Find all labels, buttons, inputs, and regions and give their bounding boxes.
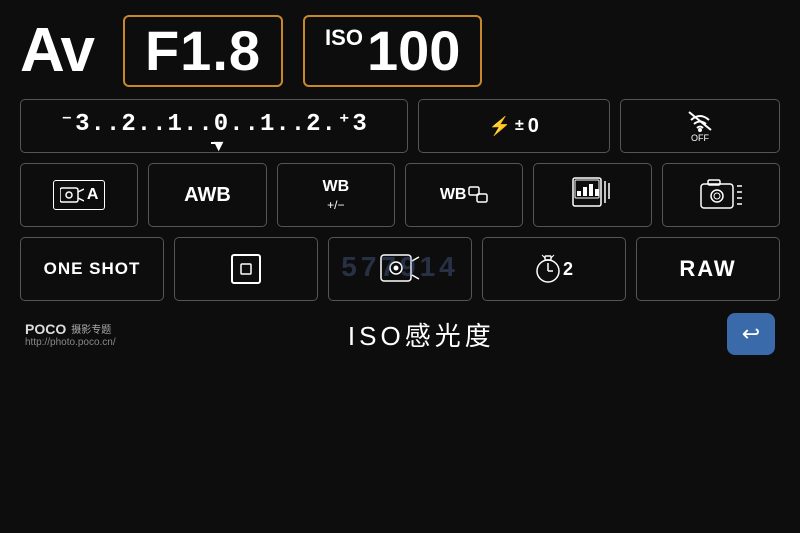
picture-style-box[interactable] bbox=[533, 163, 651, 227]
live-view-icon bbox=[380, 251, 420, 287]
flash-comp-value: ± bbox=[515, 117, 524, 135]
creative-auto-box[interactable] bbox=[662, 163, 780, 227]
bottom-row: ONE SHOT bbox=[20, 237, 780, 301]
drive-number: 2 bbox=[563, 259, 573, 280]
poco-url: http://photo.poco.cn/ bbox=[25, 337, 116, 348]
wifi-icon bbox=[685, 110, 715, 132]
iso-label-text: ISO感光度 bbox=[348, 316, 495, 353]
iso-display: ISO 100 bbox=[303, 15, 482, 87]
wb-adj-top: WB bbox=[322, 178, 349, 196]
back-button[interactable]: ↩ bbox=[727, 313, 775, 355]
af-point-icon bbox=[228, 251, 264, 287]
wifi-label: OFF bbox=[691, 133, 709, 143]
metering-symbol bbox=[60, 184, 84, 206]
footer: POCO 摄影专题 http://photo.poco.cn/ ISO感光度 ↩ bbox=[20, 313, 780, 355]
metering-icon: A bbox=[53, 180, 106, 210]
wb-mode-box[interactable]: AWB bbox=[148, 163, 266, 227]
exposure-scale-box[interactable]: ⁻3..2..1..0..1..2.⁺3 ▼ bbox=[20, 99, 408, 153]
wb-label: AWB bbox=[184, 184, 231, 207]
drive-mode-box[interactable]: 2 bbox=[482, 237, 626, 301]
wifi-box[interactable]: OFF bbox=[620, 99, 780, 153]
exposure-scale: ⁻3..2..1..0..1..2.⁺3 bbox=[60, 108, 368, 138]
picture-style-icon bbox=[572, 177, 612, 213]
exposure-indicator: ▼ bbox=[211, 138, 217, 144]
aperture-display: F1.8 bbox=[123, 15, 283, 87]
quality-label: RAW bbox=[679, 256, 736, 282]
wb-shift-box[interactable]: WB bbox=[405, 163, 523, 227]
wb-shift-label: WB bbox=[440, 186, 467, 204]
quality-box[interactable]: RAW bbox=[636, 237, 780, 301]
wb-shift-icon bbox=[468, 186, 488, 204]
back-icon: ↩ bbox=[742, 321, 760, 347]
poco-top: POCO 摄影专题 bbox=[25, 321, 116, 337]
iso-prefix: ISO bbox=[325, 27, 363, 49]
poco-name: POCO bbox=[25, 321, 66, 337]
wifi-status: OFF bbox=[685, 110, 715, 143]
metering-label: A bbox=[87, 186, 99, 204]
drive-icon-group: 2 bbox=[535, 254, 573, 284]
camera-screen: Av F1.8 ISO 100 ⁻3..2..1..0..1..2.⁺3 ▼ ⚡… bbox=[0, 0, 800, 533]
af-mode-box[interactable]: ONE SHOT bbox=[20, 237, 164, 301]
shooting-mode: Av bbox=[20, 20, 93, 82]
wb-adj-bottom: +/− bbox=[327, 198, 344, 212]
poco-subtitle: 摄影专题 bbox=[71, 321, 111, 336]
timer-icon bbox=[535, 254, 561, 284]
settings-row: A AWB WB +/− WB bbox=[20, 163, 780, 227]
live-view-box[interactable] bbox=[328, 237, 472, 301]
af-point-box[interactable] bbox=[174, 237, 318, 301]
flash-comp-box[interactable]: ⚡ ± 0 bbox=[418, 99, 611, 153]
exposure-row: ⁻3..2..1..0..1..2.⁺3 ▼ ⚡ ± 0 OFF bbox=[20, 99, 780, 153]
poco-branding: POCO 摄影专题 http://photo.poco.cn/ bbox=[25, 321, 116, 348]
flash-comp-number: 0 bbox=[528, 115, 539, 138]
iso-value: 100 bbox=[367, 23, 460, 79]
flash-icon: ⚡ bbox=[489, 116, 511, 137]
af-mode-label: ONE SHOT bbox=[44, 259, 141, 279]
creative-auto-icon bbox=[699, 176, 743, 214]
metering-mode-box[interactable]: A bbox=[20, 163, 138, 227]
top-row: Av F1.8 ISO 100 bbox=[20, 15, 780, 87]
wb-adj-box[interactable]: WB +/− bbox=[277, 163, 395, 227]
